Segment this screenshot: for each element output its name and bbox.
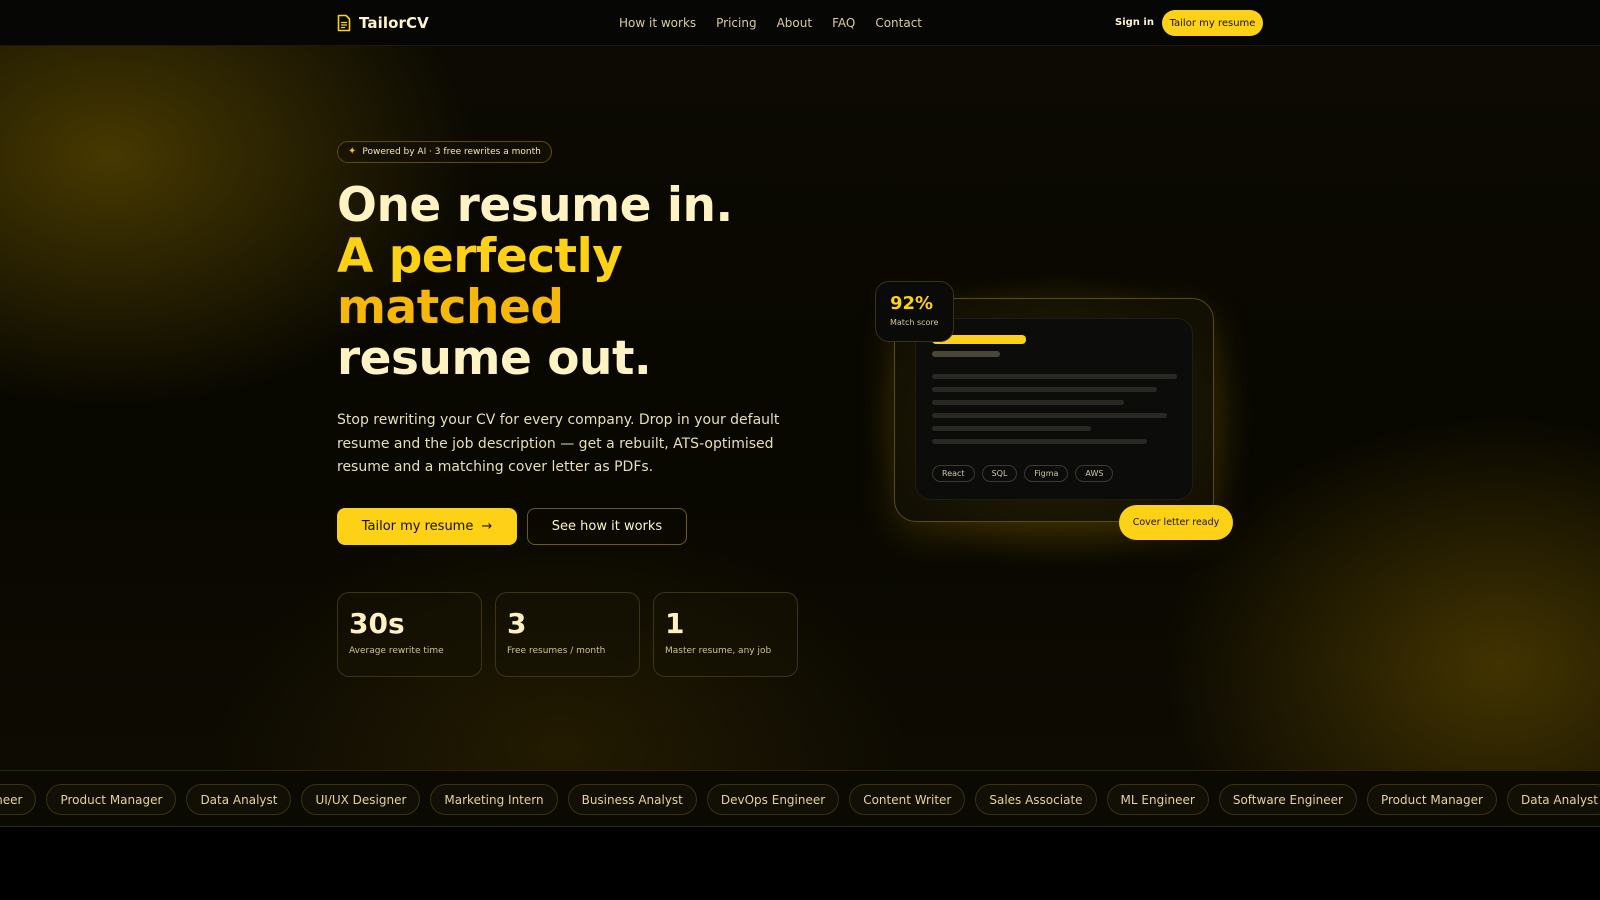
ai-badge: ✦ Powered by AI · 3 free rewrites a mont… xyxy=(337,141,552,163)
preview-text-line xyxy=(932,413,1167,418)
match-score-value: 92% xyxy=(890,293,934,314)
preview-text-line xyxy=(932,439,1147,444)
preview-text-line xyxy=(932,387,1157,392)
role-chip: Data Analyst xyxy=(186,784,292,815)
role-chip: Business Analyst xyxy=(567,784,697,815)
match-score-badge: 92% Match score xyxy=(875,281,954,342)
nav-links: How it works Pricing About FAQ Contact xyxy=(619,16,922,30)
see-how-it-works-button[interactable]: See how it works xyxy=(527,508,687,545)
stat-label: Average rewrite time xyxy=(349,646,444,656)
role-chip: UI/UX Designer xyxy=(301,784,421,815)
stat-label: Master resume, any job xyxy=(665,646,772,656)
brand-name: TailorCV xyxy=(359,14,429,32)
document-icon xyxy=(337,14,351,32)
nav-link-how-it-works[interactable]: How it works xyxy=(619,16,696,30)
nav-link-faq[interactable]: FAQ xyxy=(832,16,855,30)
preview-subtitle-bar xyxy=(932,351,1000,357)
stat-value: 1 xyxy=(665,607,685,640)
sparkle-icon: ✦ xyxy=(348,146,357,157)
tailor-resume-label: Tailor my resume xyxy=(361,519,474,534)
headline-line-3: matched xyxy=(337,280,564,335)
roles-track: Engineer Product Manager Data Analyst UI/UX… xyxy=(0,784,1600,815)
role-chip: Product Manager xyxy=(1366,784,1497,815)
skill-tags: React SQL Figma AWS xyxy=(932,465,1114,482)
role-chip: Product Manager xyxy=(46,784,177,815)
stat-label: Free resumes / month xyxy=(507,646,606,656)
nav-link-contact[interactable]: Contact xyxy=(875,16,922,30)
stat-value: 3 xyxy=(507,607,527,640)
stat-value: 30s xyxy=(349,607,405,640)
role-chip: Sales Associate xyxy=(975,784,1097,815)
stat-card-master-resume: 1 Master resume, any job xyxy=(653,592,798,677)
hero-section xyxy=(0,46,1600,770)
headline-line-1: One resume in. xyxy=(337,178,733,233)
tailor-resume-button[interactable]: Tailor my resume → xyxy=(337,508,517,545)
skill-tag: SQL xyxy=(981,465,1018,482)
skill-tag: Figma xyxy=(1024,465,1069,482)
ai-badge-text: Powered by AI · 3 free rewrites a month xyxy=(362,147,541,157)
cover-letter-badge: Cover letter ready xyxy=(1119,505,1233,540)
match-score-label: Match score xyxy=(890,318,939,327)
nav-link-pricing[interactable]: Pricing xyxy=(716,16,756,30)
arrow-right-icon: → xyxy=(481,519,493,534)
skill-tag: AWS xyxy=(1075,465,1114,482)
top-nav: TailorCV How it works Pricing About FAQ … xyxy=(0,0,1600,46)
preview-text-line xyxy=(932,400,1124,405)
role-chip: DevOps Engineer xyxy=(706,784,840,815)
roles-marquee: Engineer Product Manager Data Analyst UI/UX… xyxy=(0,770,1600,827)
landing-page: TailorCV How it works Pricing About FAQ … xyxy=(0,0,1600,900)
role-chip: Engineer xyxy=(0,784,37,815)
sign-in-link[interactable]: Sign in xyxy=(1115,17,1154,28)
preview-text-line xyxy=(932,374,1177,379)
brand-logo[interactable]: TailorCV xyxy=(337,14,429,32)
role-chip: Data Analyst xyxy=(1506,784,1600,815)
hero-headline: One resume in. A perfectly matched resum… xyxy=(337,180,733,384)
nav-tailor-button[interactable]: Tailor my resume xyxy=(1162,10,1263,36)
headline-line-2: A perfectly xyxy=(337,229,623,284)
role-chip: Marketing Intern xyxy=(430,784,558,815)
page-bottom xyxy=(0,827,1600,900)
role-chip: ML Engineer xyxy=(1106,784,1209,815)
nav-link-about[interactable]: About xyxy=(777,16,812,30)
hero-description: Stop rewriting your CV for every company… xyxy=(337,412,780,475)
preview-text-line xyxy=(932,426,1091,431)
stat-card-free-resumes: 3 Free resumes / month xyxy=(495,592,640,677)
role-chip: Content Writer xyxy=(849,784,966,815)
stat-card-rewrite-time: 30s Average rewrite time xyxy=(337,592,482,677)
role-chip: Software Engineer xyxy=(1218,784,1357,815)
headline-line-4: resume out. xyxy=(337,331,652,386)
skill-tag: React xyxy=(932,465,975,482)
